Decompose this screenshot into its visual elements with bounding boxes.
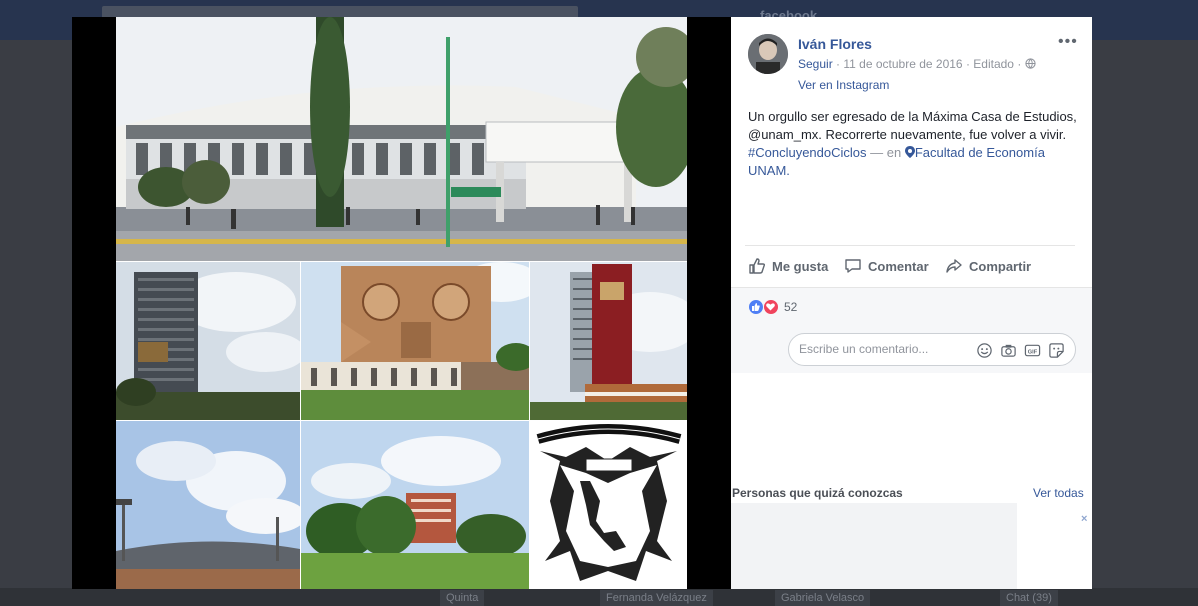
- meta-separator: ·: [965, 57, 970, 71]
- photo-tile-campus-lawn: [301, 421, 529, 589]
- chat-chip: Chat (39): [1000, 590, 1058, 606]
- emoji-icon[interactable]: [976, 342, 993, 359]
- like-label: Me gusta: [772, 258, 829, 274]
- comment-input[interactable]: [799, 342, 969, 356]
- photo-tile-stadium: [116, 421, 300, 589]
- thumbs-up-icon: [749, 258, 766, 274]
- post-meta: Seguir · 11 de octubre de 2016 · Editado…: [798, 57, 1036, 71]
- photo-tile-building: [116, 17, 687, 261]
- globe-icon[interactable]: [1025, 58, 1036, 69]
- sticker-icon[interactable]: [1048, 342, 1065, 359]
- like-button[interactable]: Me gusta: [748, 257, 828, 275]
- see-all-link[interactable]: Ver todas: [1033, 486, 1084, 500]
- svg-text:GIF: GIF: [1028, 349, 1038, 355]
- location-prefix: — en: [870, 145, 902, 160]
- post-date[interactable]: 11 de octubre de 2016: [843, 57, 962, 71]
- share-label: Compartir: [969, 258, 1032, 274]
- share-icon: [946, 259, 962, 273]
- chat-chip: Gabriela Velasco: [775, 590, 871, 606]
- comment-button[interactable]: Comentar: [844, 257, 929, 275]
- post-sidebar: Iván Flores Seguir · 11 de octubre de 20…: [731, 17, 1092, 589]
- post-photo[interactable]: [116, 17, 687, 589]
- comment-label: Comentar: [868, 258, 929, 274]
- share-button[interactable]: Compartir: [945, 257, 1031, 275]
- follow-link[interactable]: Seguir: [798, 57, 833, 71]
- instagram-link[interactable]: Ver en Instagram: [798, 78, 889, 92]
- author-avatar[interactable]: [748, 34, 788, 74]
- close-icon[interactable]: ×: [1081, 513, 1087, 525]
- like-reaction-icon[interactable]: [748, 299, 764, 315]
- photo-tile-library: [301, 262, 529, 420]
- meta-separator: ·: [836, 57, 841, 71]
- meta-separator: ·: [1017, 57, 1022, 71]
- comment-composer[interactable]: GIF: [788, 333, 1076, 366]
- more-options-icon[interactable]: •••: [1058, 33, 1078, 51]
- photo-tile-tower: [116, 262, 300, 420]
- photo-tile-rectory: [530, 262, 687, 420]
- gif-icon[interactable]: GIF: [1024, 342, 1041, 359]
- chat-chip: Quinta: [440, 590, 485, 606]
- post-text: Un orgullo ser egresado de la Máxima Cas…: [748, 108, 1078, 180]
- unam-seal-image: [530, 421, 687, 589]
- person-suggestion-card[interactable]: [731, 503, 1017, 589]
- hashtag-link[interactable]: #ConcluyendoCiclos: [748, 145, 867, 160]
- edited-label[interactable]: Editado: [973, 57, 1014, 71]
- reaction-count[interactable]: 52: [784, 300, 797, 314]
- divider: [745, 245, 1075, 246]
- love-reaction-icon[interactable]: [763, 299, 779, 315]
- reactions-section: 52 GIF: [731, 287, 1092, 373]
- chat-chip: Fernanda Velázquez: [600, 590, 713, 606]
- author-name[interactable]: Iván Flores: [798, 36, 872, 52]
- post-body: Un orgullo ser egresado de la Máxima Cas…: [748, 109, 1077, 142]
- comment-icon: [845, 259, 861, 273]
- location-pin-icon: [904, 146, 915, 158]
- people-you-may-know-title: Personas que quizá conozcas: [732, 486, 903, 500]
- camera-icon[interactable]: [1000, 342, 1017, 359]
